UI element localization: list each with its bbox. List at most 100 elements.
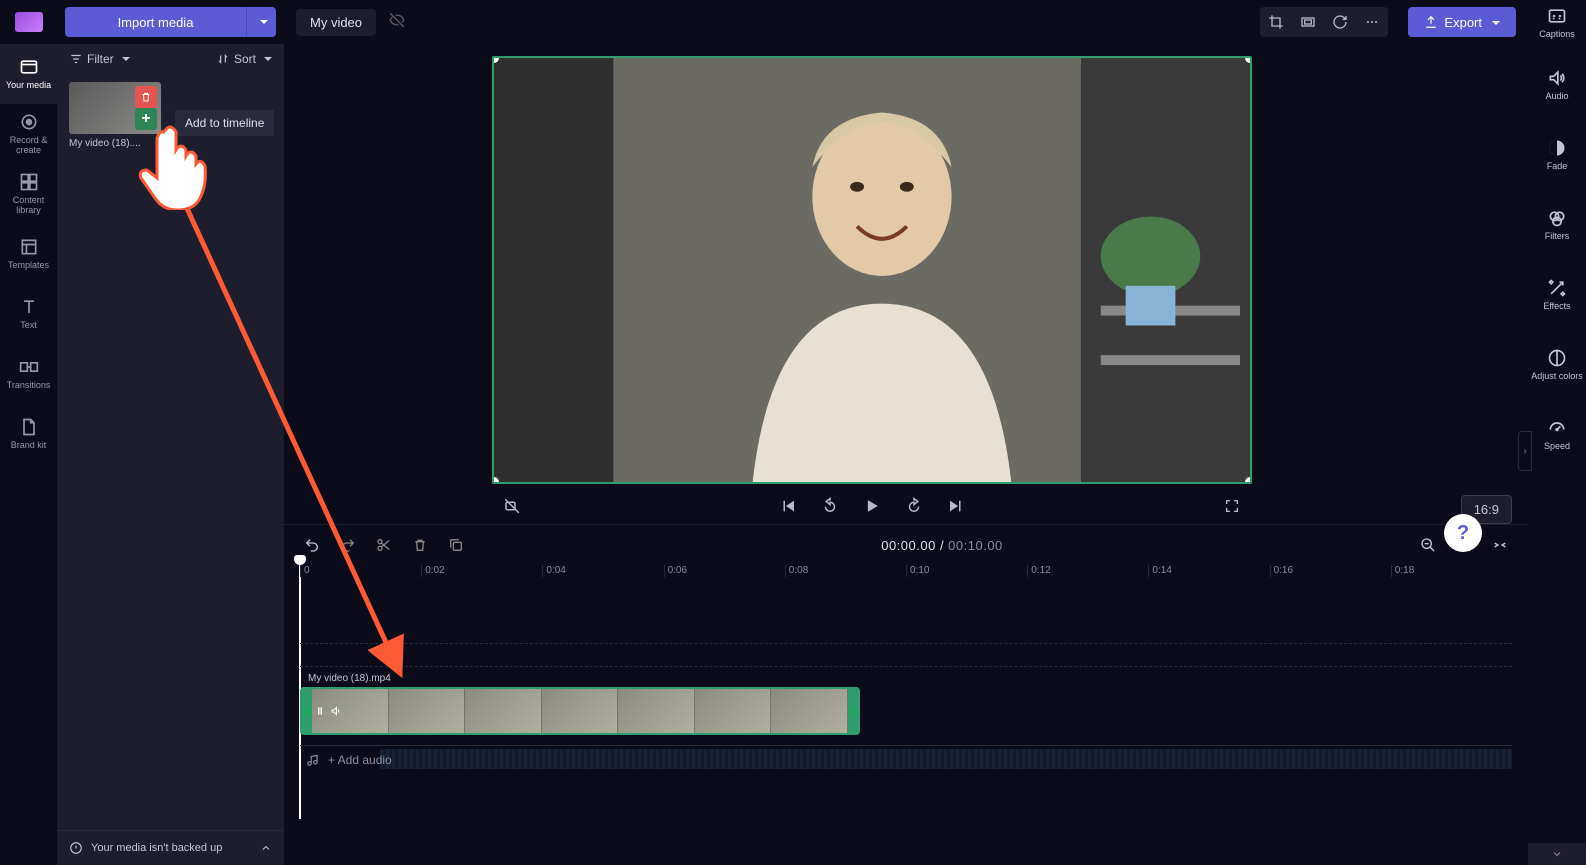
delete-clip-button[interactable] <box>408 533 432 557</box>
redo-button[interactable] <box>336 533 360 557</box>
ruler-tick: 0:18 <box>1391 565 1414 577</box>
ruler-tick: 0:08 <box>785 565 808 577</box>
ruler-tick: 0:06 <box>664 565 687 577</box>
canvas-tool-group <box>1260 7 1388 37</box>
prop-speed[interactable]: Speed <box>1544 418 1570 468</box>
nav-label: Your media <box>6 81 51 91</box>
split-button[interactable] <box>372 533 396 557</box>
undo-button[interactable] <box>300 533 324 557</box>
clip-trim-left[interactable]: || <box>302 689 312 733</box>
nav-label: Brand kit <box>11 441 47 451</box>
nav-templates[interactable]: Templates <box>0 224 57 284</box>
media-filter-bar: Filter Sort <box>57 44 284 74</box>
captions-cell: Captions <box>1528 0 1586 44</box>
export-chevron-icon <box>1488 15 1500 30</box>
nav-sidebar: Your media Record & create Content libra… <box>0 44 57 865</box>
detach-audio-button[interactable] <box>500 494 524 518</box>
prev-frame-button[interactable] <box>776 494 800 518</box>
clip-name-label: My video (18).mp4 <box>308 673 391 684</box>
video-clip[interactable]: || || <box>300 687 860 735</box>
captions-button[interactable]: Captions <box>1539 6 1575 39</box>
add-audio-row[interactable]: + Add audio <box>300 745 1512 773</box>
nav-label: Content library <box>0 196 57 216</box>
sort-button[interactable]: Sort <box>216 52 272 66</box>
ruler-tick: 0 <box>300 565 310 577</box>
clip-trim-right[interactable]: || <box>848 689 858 733</box>
prop-label: Filters <box>1545 231 1570 241</box>
chevron-down-icon <box>118 55 130 63</box>
import-media-button[interactable]: Import media <box>65 7 246 37</box>
clip-icons <box>314 705 342 717</box>
forward-button[interactable] <box>902 494 926 518</box>
nav-label: Text <box>20 321 37 331</box>
crop-button[interactable] <box>1260 7 1292 37</box>
filter-label: Filter <box>87 52 114 66</box>
backup-warning[interactable]: Your media isn't backed up <box>57 830 284 865</box>
prop-filters[interactable]: Filters <box>1545 208 1570 258</box>
timeline-tracks[interactable]: My video (18).mp4 || || + Add audio <box>300 589 1512 667</box>
rewind-button[interactable] <box>818 494 842 518</box>
nav-brand-kit[interactable]: Brand kit <box>0 404 57 464</box>
nav-label: Record & create <box>0 136 57 156</box>
import-area: Import media <box>57 0 284 44</box>
prop-audio[interactable]: Audio <box>1545 68 1568 118</box>
visibility-icon[interactable] <box>388 11 406 34</box>
nav-label: Templates <box>8 261 49 271</box>
properties-footer-toggle[interactable] <box>1528 843 1586 865</box>
zoom-out-button[interactable] <box>1416 533 1440 557</box>
export-label: Export <box>1444 15 1482 30</box>
empty-track[interactable] <box>300 643 1512 667</box>
nav-text[interactable]: Text <box>0 284 57 344</box>
add-to-timeline-button[interactable]: + <box>135 108 157 130</box>
fit-button[interactable] <box>1292 7 1324 37</box>
ruler-tick: 0:10 <box>906 565 929 577</box>
next-frame-button[interactable] <box>944 494 968 518</box>
collapse-properties-panel[interactable]: › <box>1518 431 1532 471</box>
media-item-name: My video (18).... <box>69 138 272 149</box>
playback-controls <box>492 484 1252 524</box>
nav-transitions[interactable]: Transitions <box>0 344 57 404</box>
prop-label: Fade <box>1547 161 1568 171</box>
preview-canvas[interactable] <box>492 56 1252 484</box>
captions-label: Captions <box>1539 29 1575 39</box>
resize-handle-br[interactable] <box>1245 477 1252 484</box>
app-logo[interactable] <box>15 12 43 32</box>
fit-timeline-button[interactable] <box>1488 533 1512 557</box>
prop-label: Effects <box>1543 301 1570 311</box>
app-logo-cell <box>0 0 57 44</box>
export-button[interactable]: Export <box>1408 7 1516 37</box>
ruler-tick: 0:14 <box>1148 565 1171 577</box>
fullscreen-button[interactable] <box>1220 494 1244 518</box>
tooltip-add-to-timeline: Add to timeline <box>175 110 274 136</box>
add-audio-label: + Add audio <box>328 753 392 767</box>
timeline-ruler[interactable]: 0 0:02 0:04 0:06 0:08 0:10 0:12 0:14 0:1… <box>300 565 1512 589</box>
ruler-tick: 0:02 <box>421 565 444 577</box>
help-button[interactable]: ? <box>1444 514 1482 552</box>
media-thumbnail[interactable]: + <box>69 82 161 134</box>
rotate-button[interactable] <box>1324 7 1356 37</box>
nav-your-media[interactable]: Your media <box>0 44 57 104</box>
delete-media-button[interactable] <box>135 86 157 108</box>
filter-button[interactable]: Filter <box>69 52 130 66</box>
more-tools-button[interactable] <box>1356 7 1388 37</box>
media-panel: Filter Sort + My video (18).... Your med… <box>57 44 284 865</box>
chevron-down-icon <box>260 55 272 63</box>
ruler-tick: 0:12 <box>1027 565 1050 577</box>
prop-adjust-colors[interactable]: Adjust colors <box>1531 348 1583 398</box>
nav-content-library[interactable]: Content library <box>0 164 57 224</box>
prop-label: Adjust colors <box>1531 371 1583 381</box>
import-media-dropdown[interactable] <box>246 7 276 37</box>
prop-label: Speed <box>1544 441 1570 451</box>
editor-center: 16:9 ? 00:00.00 / 00:10.00 0 0:02 0:04 0… <box>284 44 1528 865</box>
nav-record-create[interactable]: Record & create <box>0 104 57 164</box>
nav-label: Transitions <box>7 381 51 391</box>
backup-text: Your media isn't backed up <box>91 842 222 854</box>
properties-sidebar: Audio Fade Filters Effects Adjust colors… <box>1528 44 1586 865</box>
play-button[interactable] <box>860 494 884 518</box>
prop-effects[interactable]: Effects <box>1543 278 1570 328</box>
project-title[interactable]: My video <box>296 9 376 36</box>
prop-fade[interactable]: Fade <box>1547 138 1568 188</box>
timecode-sep: / <box>936 538 948 553</box>
resize-handle-tr[interactable] <box>1245 56 1252 63</box>
duplicate-button[interactable] <box>444 533 468 557</box>
